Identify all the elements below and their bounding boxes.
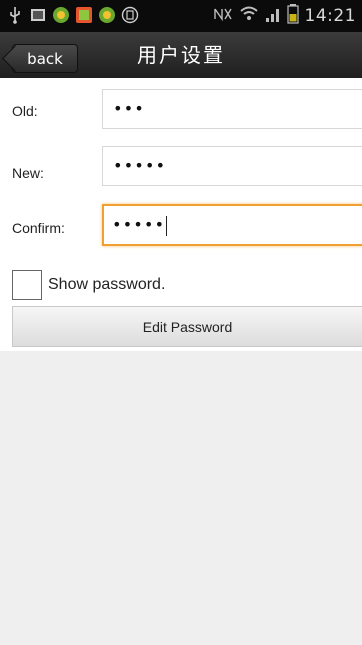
- signal-icon: [265, 5, 281, 27]
- old-password-label: Old:: [12, 103, 38, 119]
- header-bar: 用户设置 back: [0, 32, 362, 79]
- usb-icon: [6, 5, 24, 25]
- image-icon: [29, 5, 47, 25]
- trash-icon: [121, 5, 139, 25]
- app-icon-3: [98, 5, 116, 25]
- edit-password-button[interactable]: Edit Password: [12, 306, 362, 347]
- empty-content-area: [0, 351, 362, 645]
- notification-icons: [6, 5, 139, 25]
- nfc-icon: [213, 6, 233, 26]
- show-password-label[interactable]: Show password.: [48, 276, 165, 294]
- new-password-label: New:: [12, 165, 44, 181]
- confirm-password-value: •••••: [112, 215, 166, 234]
- show-password-row[interactable]: Show password.: [12, 269, 165, 301]
- old-password-value: •••: [113, 99, 145, 118]
- back-button-label: back: [27, 49, 63, 68]
- new-password-value: •••••: [113, 156, 167, 175]
- confirm-password-input[interactable]: •••••: [102, 204, 362, 246]
- app-icon-2: [75, 5, 93, 25]
- wifi-icon: [239, 5, 259, 27]
- show-password-checkbox[interactable]: [12, 270, 42, 300]
- clock: 14:21: [304, 6, 356, 26]
- confirm-password-label: Confirm:: [12, 220, 65, 236]
- system-icons: 14:21: [213, 4, 357, 28]
- back-button[interactable]: back: [12, 44, 78, 73]
- old-password-input[interactable]: •••: [102, 89, 362, 129]
- edit-password-button-label: Edit Password: [142, 318, 233, 335]
- status-bar: 14:21: [0, 0, 362, 32]
- app-icon-1: [52, 5, 70, 25]
- text-caret: [166, 215, 168, 236]
- battery-icon: [286, 4, 299, 28]
- new-password-input[interactable]: •••••: [102, 146, 362, 186]
